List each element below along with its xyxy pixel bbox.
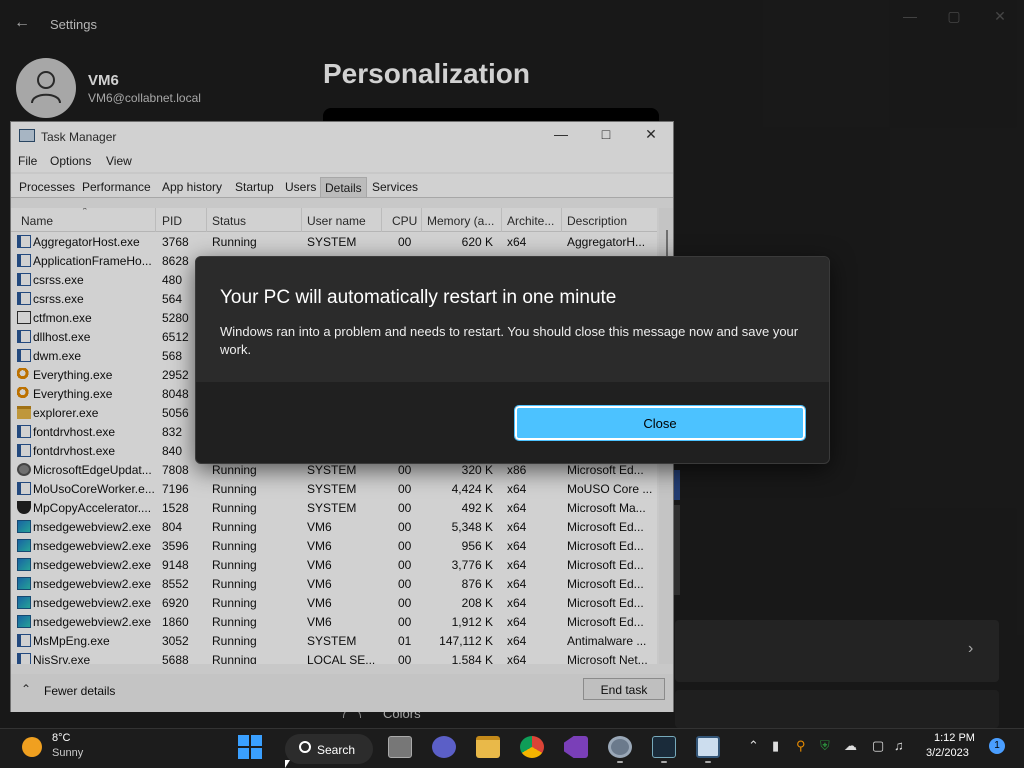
clock-time[interactable]: 1:12 PM (934, 732, 975, 744)
taskbar-search[interactable]: Search (285, 734, 373, 764)
weather-temperature[interactable]: 8°C (52, 732, 70, 744)
chrome-icon[interactable] (520, 736, 544, 758)
display-icon[interactable]: ▢ (872, 738, 884, 754)
task-view-icon[interactable] (388, 736, 412, 758)
running-indicator (617, 761, 623, 763)
visual-studio-icon[interactable] (564, 736, 588, 758)
file-explorer-icon[interactable] (476, 736, 500, 758)
notification-badge[interactable]: 1 (989, 738, 1005, 754)
settings-icon[interactable] (608, 736, 632, 758)
running-indicator (705, 761, 711, 763)
dialog-message: Windows ran into a problem and needs to … (220, 324, 799, 357)
weather-condition[interactable]: Sunny (52, 747, 83, 759)
everything-search-icon[interactable]: ⚲ (796, 738, 806, 754)
teams-chat-icon[interactable] (432, 736, 456, 758)
restart-dialog: Your PC will automatically restart in on… (195, 256, 830, 464)
network-drive-icon[interactable]: ▮ (772, 738, 779, 754)
sun-icon[interactable] (22, 737, 42, 757)
search-icon (299, 741, 311, 753)
show-hidden-icons-icon[interactable]: ⌃ (748, 738, 759, 754)
windows-start-icon[interactable] (238, 735, 262, 759)
taskbar: 8°C Sunny Search ⌃ ▮ ⚲ ⛨ ☁ ▢ ♫ 1:12 PM 3… (0, 728, 1024, 768)
mouse-cursor-icon (285, 760, 290, 768)
close-button[interactable]: Close (514, 405, 806, 441)
remote-desktop-icon[interactable] (696, 736, 720, 758)
volume-icon[interactable]: ♫ (894, 738, 904, 753)
defender-shield-icon[interactable]: ⛨ (820, 738, 830, 754)
sync-icon[interactable]: ☁ (844, 738, 857, 754)
running-indicator (661, 761, 667, 763)
task-manager-taskbar-icon[interactable] (652, 736, 676, 758)
clock-date[interactable]: 3/2/2023 (926, 747, 969, 759)
search-label: Search (317, 743, 356, 757)
dialog-title: Your PC will automatically restart in on… (220, 287, 617, 308)
dialog-content: Your PC will automatically restart in on… (196, 257, 829, 382)
